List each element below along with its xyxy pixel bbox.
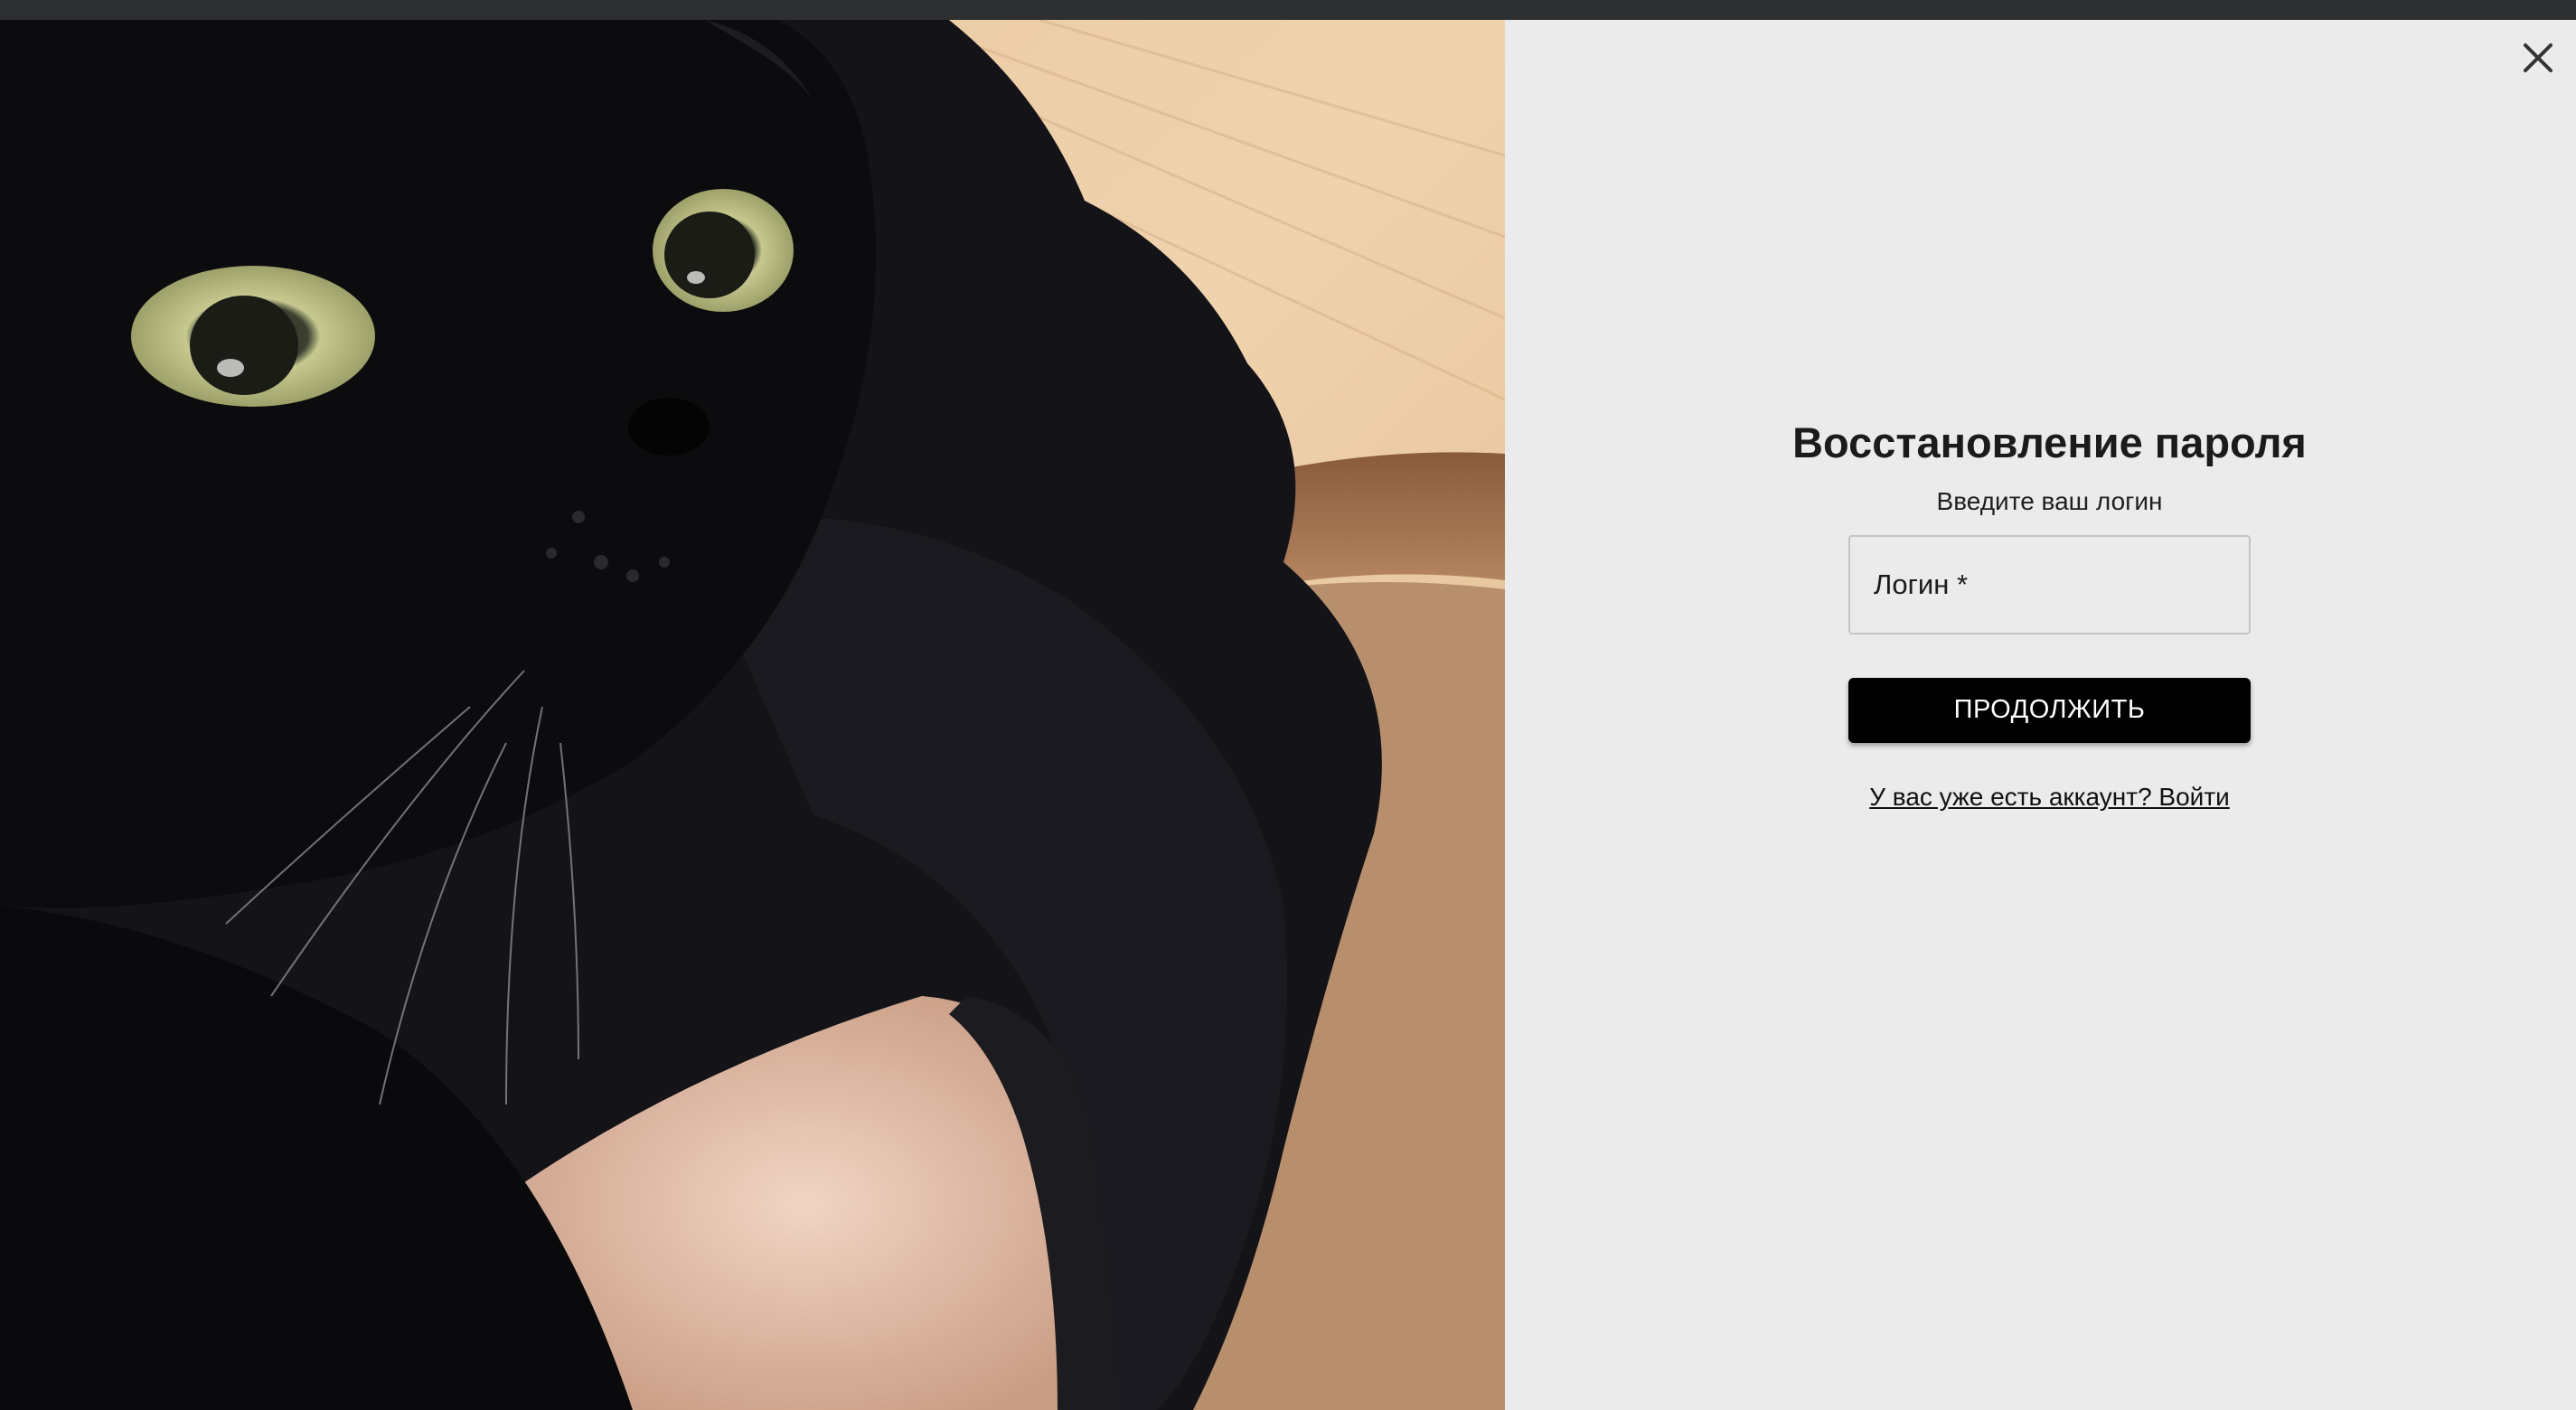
continue-button[interactable]: ПРОДОЛЖИТЬ xyxy=(1848,677,2251,743)
login-input[interactable] xyxy=(1850,536,2249,633)
form-subtitle: Введите ваш логин xyxy=(1936,487,2163,516)
form-title: Восстановление пароля xyxy=(1792,418,2307,466)
close-button[interactable] xyxy=(2520,40,2556,76)
password-recovery-panel: Восстановление пароля Введите ваш логин … xyxy=(1505,20,2576,1410)
login-link[interactable]: У вас уже есть аккаунт? Войти xyxy=(1869,783,2230,812)
close-icon xyxy=(2524,43,2552,72)
login-field[interactable] xyxy=(1848,534,2251,634)
recovery-form: Восстановление пароля Введите ваш логин … xyxy=(1792,418,2307,812)
browser-top-strip xyxy=(0,0,2576,21)
cat-photo xyxy=(0,20,1505,1410)
